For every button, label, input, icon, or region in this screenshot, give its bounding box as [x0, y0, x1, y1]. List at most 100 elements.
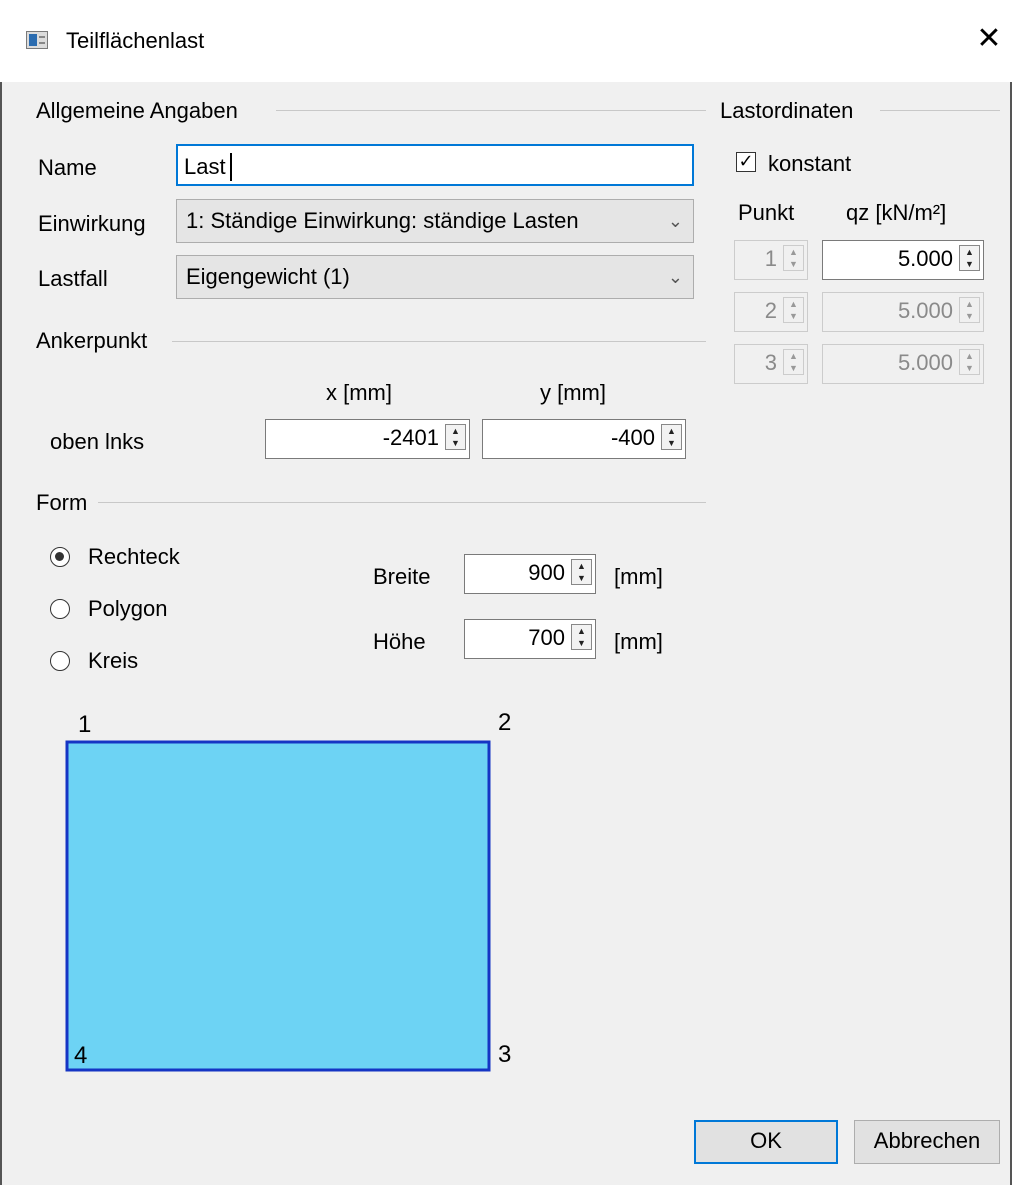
- group-lastordinaten-title: Lastordinaten: [720, 98, 854, 123]
- spin-down-icon: ▼: [789, 259, 798, 269]
- breite-unit: [mm]: [614, 564, 663, 589]
- text-cursor: [230, 153, 232, 181]
- punkt-spinbox-3: 3 ▲ ▼: [734, 344, 808, 384]
- punkt-spinbox-1: 1 ▲ ▼: [734, 240, 808, 280]
- hoehe-value: 700: [528, 625, 565, 650]
- radio-rechteck[interactable]: [50, 547, 70, 567]
- name-input[interactable]: Last: [176, 144, 694, 186]
- radio-kreis-label[interactable]: Kreis: [88, 648, 138, 674]
- radio-polygon[interactable]: [50, 599, 70, 619]
- ankerpunkt-row-label: oben lnks: [50, 429, 145, 454]
- name-label: Name: [38, 155, 97, 180]
- lastfall-select[interactable]: Eigengewicht (1) ⌄: [176, 255, 694, 299]
- qz-spinbox-1[interactable]: 5.000 ▲ ▼: [822, 240, 984, 280]
- spin-down-icon[interactable]: ▼: [446, 437, 465, 449]
- spin-down-icon: ▼: [789, 363, 798, 373]
- window-title: Teilflächenlast: [66, 28, 205, 53]
- qz-spin-buttons-1[interactable]: ▲ ▼: [959, 245, 980, 271]
- x-spin-buttons[interactable]: ▲ ▼: [445, 424, 466, 450]
- qz-value-3: 5.000: [897, 350, 953, 375]
- spin-down-icon[interactable]: ▼: [572, 572, 591, 584]
- punkt-column-header: Punkt: [738, 200, 795, 225]
- spin-down-icon[interactable]: ▼: [572, 637, 591, 649]
- spin-up-icon: ▲: [965, 351, 974, 361]
- hoehe-label: Höhe: [373, 629, 426, 654]
- corner-label-1: 1: [78, 711, 91, 738]
- spin-up-icon: ▲: [789, 299, 798, 309]
- spin-down-icon: ▼: [965, 311, 974, 321]
- radio-kreis[interactable]: [50, 651, 70, 671]
- corner-label-4: 4: [74, 1042, 87, 1069]
- corner-label-3: 3: [498, 1041, 511, 1068]
- punkt-spin-buttons-2: ▲ ▼: [783, 297, 804, 323]
- einwirkung-select[interactable]: 1: Ständige Einwirkung: ständige Lasten …: [176, 199, 694, 243]
- spin-down-icon: ▼: [789, 311, 798, 321]
- group-form-title: Form: [36, 490, 88, 515]
- breite-spinbox[interactable]: 900 ▲ ▼: [464, 554, 596, 594]
- cancel-button[interactable]: Abbrechen: [854, 1120, 1000, 1164]
- radio-rechteck-label[interactable]: Rechteck: [88, 544, 180, 570]
- chevron-down-icon: ⌄: [667, 267, 683, 287]
- hoehe-spin-buttons[interactable]: ▲ ▼: [571, 624, 592, 650]
- y-spinbox[interactable]: -400 ▲ ▼: [482, 419, 686, 459]
- konstant-checkbox[interactable]: ✓: [736, 152, 756, 172]
- spin-up-icon[interactable]: ▲: [572, 560, 591, 572]
- qz-column-header: qz [kN/m²]: [846, 200, 947, 225]
- punkt-spin-buttons-1: ▲ ▼: [783, 245, 804, 271]
- qz-value-1: 5.000: [897, 246, 953, 271]
- hoehe-spinbox[interactable]: 700 ▲ ▼: [464, 619, 596, 659]
- ok-button[interactable]: OK: [694, 1120, 838, 1164]
- qz-spin-buttons-3: ▲ ▼: [959, 349, 980, 375]
- hoehe-unit: [mm]: [614, 629, 663, 654]
- qz-spinbox-2: 5.000 ▲ ▼: [822, 292, 984, 332]
- radio-polygon-label[interactable]: Polygon: [88, 596, 168, 622]
- punkt-spin-buttons-3: ▲ ▼: [783, 349, 804, 375]
- spin-down-icon[interactable]: ▼: [960, 258, 979, 270]
- qz-value-2: 5.000: [897, 298, 953, 323]
- group-form-divider: [98, 502, 706, 503]
- qz-spin-buttons-2: ▲ ▼: [959, 297, 980, 323]
- group-allgemeine-divider: [276, 110, 706, 111]
- spin-up-icon[interactable]: ▲: [960, 246, 979, 258]
- load-area-rectangle: [65, 740, 491, 1072]
- lastfall-label: Lastfall: [38, 266, 108, 291]
- corner-label-2: 2: [498, 709, 511, 736]
- breite-label: Breite: [373, 564, 431, 589]
- punkt-value-3: 3: [764, 350, 777, 375]
- spin-up-icon: ▲: [965, 299, 974, 309]
- chevron-down-icon: ⌄: [667, 211, 683, 231]
- punkt-value-1: 1: [764, 246, 777, 271]
- spin-up-icon[interactable]: ▲: [662, 425, 681, 437]
- group-lastordinaten-divider: [880, 110, 1000, 111]
- group-ankerpunkt-divider: [172, 341, 706, 342]
- close-button[interactable]: ✕: [972, 22, 1006, 56]
- group-allgemeine-title: Allgemeine Angaben: [36, 98, 238, 123]
- checkmark-icon: ✓: [738, 151, 754, 172]
- y-column-header: y [mm]: [540, 380, 606, 405]
- x-spinbox[interactable]: -2401 ▲ ▼: [265, 419, 470, 459]
- einwirkung-value: 1: Ständige Einwirkung: ständige Lasten: [186, 208, 579, 233]
- y-value: -400: [610, 425, 655, 450]
- einwirkung-label: Einwirkung: [38, 211, 146, 236]
- breite-value: 900: [528, 560, 565, 585]
- spin-up-icon[interactable]: ▲: [572, 625, 591, 637]
- spin-up-icon: ▲: [789, 247, 798, 257]
- y-spin-buttons[interactable]: ▲ ▼: [661, 424, 682, 450]
- name-input-value: Last: [184, 154, 226, 179]
- lastfall-value: Eigengewicht (1): [186, 264, 350, 289]
- konstant-label[interactable]: konstant: [768, 151, 851, 177]
- x-column-header: x [mm]: [326, 380, 392, 405]
- punkt-spinbox-2: 2 ▲ ▼: [734, 292, 808, 332]
- spin-up-icon[interactable]: ▲: [446, 425, 465, 437]
- group-ankerpunkt-title: Ankerpunkt: [36, 328, 148, 353]
- spin-up-icon: ▲: [789, 351, 798, 361]
- shape-preview: 1 2 3 4: [65, 709, 511, 1072]
- spin-down-icon: ▼: [965, 363, 974, 373]
- app-window-icon: [26, 31, 48, 49]
- x-value: -2401: [382, 425, 439, 450]
- qz-spinbox-3: 5.000 ▲ ▼: [822, 344, 984, 384]
- window-border-left: [0, 82, 2, 1185]
- breite-spin-buttons[interactable]: ▲ ▼: [571, 559, 592, 585]
- spin-down-icon[interactable]: ▼: [662, 437, 681, 449]
- punkt-value-2: 2: [764, 298, 777, 323]
